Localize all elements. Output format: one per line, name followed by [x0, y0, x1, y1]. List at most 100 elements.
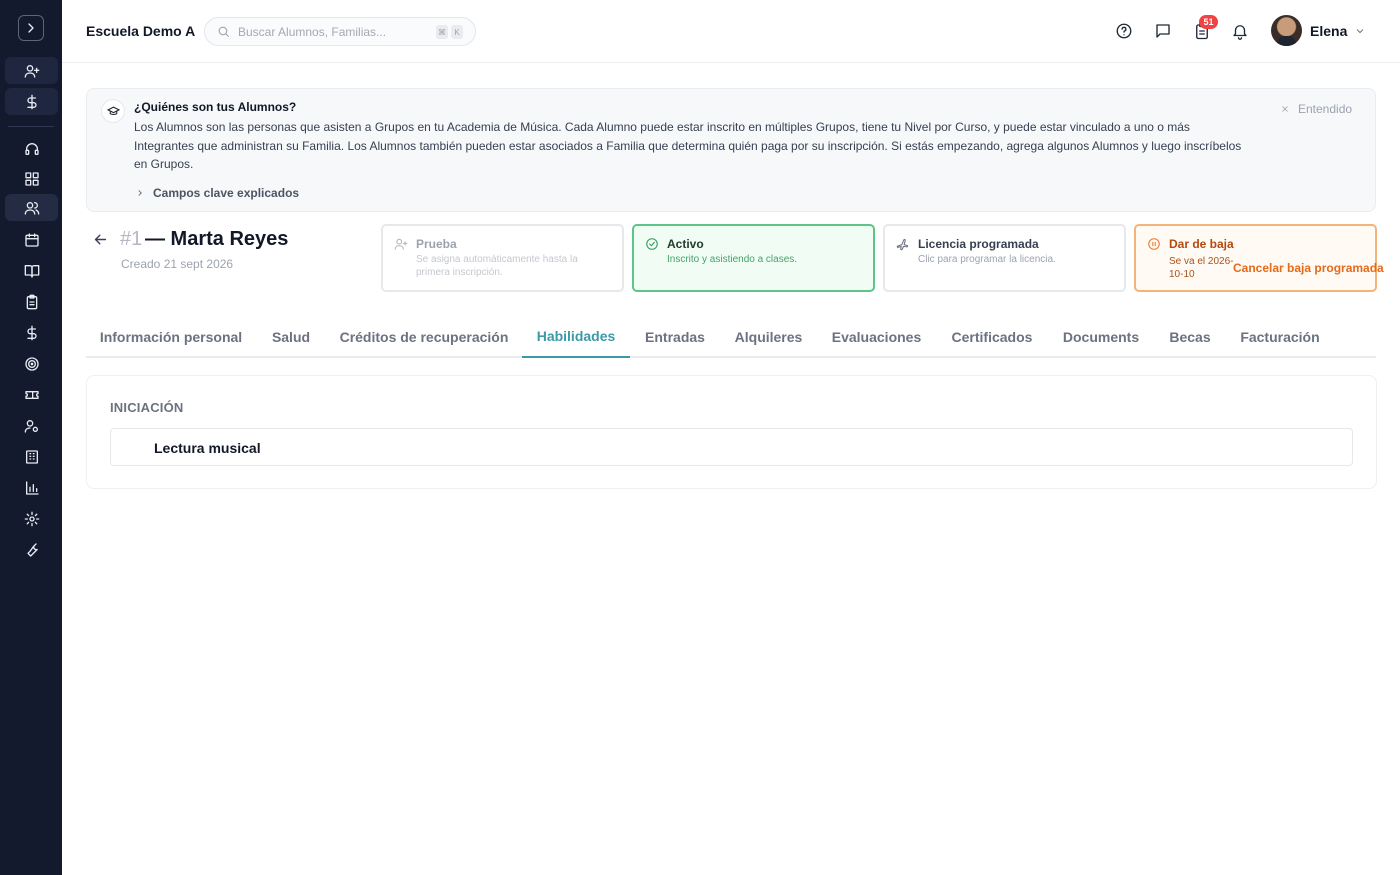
tab-scholarships[interactable]: Becas: [1154, 316, 1226, 358]
status-title: Licencia programada: [918, 237, 1039, 251]
calendar-icon: [24, 232, 39, 247]
status-subtitle: Inscrito y asistiendo a clases.: [667, 254, 798, 265]
sidebar-divider: [8, 126, 54, 127]
sidebar-item-billing[interactable]: [5, 319, 58, 346]
building-icon: [25, 449, 38, 464]
status-subtitle: Se asigna automáticamente hasta la prime…: [416, 254, 578, 278]
status-card-active[interactable]: Activo Inscrito y asistiendo a clases.: [632, 224, 875, 292]
sidebar-item-tickets[interactable]: [5, 381, 58, 408]
tab-tickets[interactable]: Entradas: [630, 316, 720, 358]
shortcut-key-cmd: ⌘: [436, 25, 448, 39]
shortcut-key-k: K: [451, 25, 463, 39]
info-banner: ¿Quiénes son tus Alumnos? Los Alumnos so…: [86, 88, 1376, 212]
check-circle-icon: [645, 237, 659, 256]
sidebar-item-reports[interactable]: [5, 474, 58, 501]
sidebar-item-settings[interactable]: [5, 505, 58, 532]
search-icon: [218, 26, 229, 37]
sidebar-item-staff[interactable]: [5, 412, 58, 439]
skill-level-heading: INICIACIÓN: [110, 400, 184, 415]
headset-icon: [24, 142, 39, 155]
close-icon: [1282, 106, 1288, 112]
status-subtitle: Se va el 2026-10-10: [1169, 256, 1234, 280]
user-name[interactable]: Elena: [1310, 23, 1347, 39]
status-card-trial[interactable]: Prueba Se asigna automáticamente hasta l…: [381, 224, 624, 292]
arrow-left-icon: [94, 234, 107, 245]
tab-makeup-credits[interactable]: Créditos de recuperación: [326, 316, 522, 358]
search-input[interactable]: [238, 24, 428, 39]
status-card-withdraw[interactable]: Dar de baja Se va el 2026-10-10: [1134, 224, 1377, 292]
sidebar-item-tools[interactable]: [5, 536, 58, 563]
sidebar-expand-button[interactable]: [18, 15, 44, 41]
dollar-icon: [26, 325, 37, 340]
graduation-cap-icon: [101, 99, 125, 123]
dismiss-label: Entendido: [1298, 102, 1353, 116]
skill-row[interactable]: Lectura musical: [110, 428, 1353, 466]
sidebar-item-goals[interactable]: [5, 350, 58, 377]
back-button[interactable]: [92, 231, 109, 253]
dismiss-banner-button[interactable]: Entendido: [1280, 102, 1352, 116]
sidebar-item-locations[interactable]: [5, 443, 58, 470]
sidebar-item-payments[interactable]: [5, 88, 58, 115]
clipboard-icon: [26, 294, 37, 309]
sidebar-item-calendar[interactable]: [5, 226, 58, 253]
banner-body: Los Alumnos son las personas que asisten…: [134, 120, 1242, 171]
student-id: #1: [120, 228, 143, 250]
student-name: — Marta Reyes: [145, 228, 289, 250]
tab-billing[interactable]: Facturación: [1226, 316, 1334, 358]
sidebar-item-add-student[interactable]: [5, 57, 58, 84]
tab-personal-info[interactable]: Información personal: [86, 316, 256, 358]
tab-certificates[interactable]: Certificados: [936, 316, 1048, 358]
users-icon: [24, 201, 39, 215]
user-settings-icon: [24, 419, 38, 433]
messages-button[interactable]: [1152, 20, 1174, 42]
tab-rentals[interactable]: Alquileres: [720, 316, 817, 358]
user-avatar[interactable]: [1271, 15, 1302, 46]
message-square-icon: [1156, 24, 1170, 38]
book-open-icon: [24, 264, 39, 278]
user-plus-icon: [394, 237, 408, 256]
status-card-leave[interactable]: Licencia programada Clic para programar …: [883, 224, 1126, 292]
bell-icon: [1233, 25, 1247, 40]
cancel-scheduled-withdrawal-link[interactable]: Cancelar baja programada: [1233, 261, 1384, 275]
key-fields-label: Campos clave explicados: [153, 186, 300, 200]
school-name[interactable]: Escuela Demo A: [86, 23, 195, 39]
created-date: Creado 21 sept 2026: [121, 257, 234, 271]
tab-skills[interactable]: Habilidades: [522, 316, 630, 358]
status-subtitle: Clic para programar la licencia.: [918, 254, 1056, 265]
sidebar-item-dashboard[interactable]: [5, 165, 58, 192]
bar-chart-icon: [25, 480, 39, 495]
sidebar-item-students[interactable]: [5, 194, 58, 221]
user-menu-toggle[interactable]: [1354, 24, 1366, 42]
ticket-icon: [24, 390, 39, 399]
status-title: Prueba: [416, 237, 457, 251]
sidebar: [0, 0, 62, 875]
tab-health[interactable]: Salud: [256, 316, 326, 358]
profile-tabs: Información personal Salud Créditos de r…: [86, 316, 1376, 358]
chevron-right-icon: [28, 23, 34, 33]
pause-circle-icon: [1147, 237, 1161, 256]
dollar-icon: [26, 94, 37, 109]
notifications-button[interactable]: [1229, 20, 1251, 42]
wrench-icon: [26, 542, 38, 557]
status-title: Activo: [667, 237, 704, 251]
key-fields-expander[interactable]: Campos clave explicados: [135, 186, 299, 200]
chevron-right-icon: [138, 190, 142, 196]
tab-documents[interactable]: Documents: [1048, 316, 1154, 358]
sidebar-item-attendance[interactable]: [5, 288, 58, 315]
chevron-down-icon: [1356, 29, 1364, 34]
sidebar-item-support[interactable]: [5, 135, 58, 162]
plane-icon: [896, 237, 910, 256]
tasks-count-badge: 51: [1199, 15, 1218, 29]
target-icon: [24, 356, 39, 371]
tab-evaluations[interactable]: Evaluaciones: [817, 316, 936, 358]
help-circle-icon: [1116, 23, 1132, 39]
skills-panel: INICIACIÓN Lectura musical: [86, 375, 1377, 489]
banner-title: ¿Quiénes son tus Alumnos?: [134, 100, 297, 114]
user-plus-icon: [24, 64, 39, 78]
skill-name: Lectura musical: [154, 440, 261, 456]
gear-icon: [24, 511, 39, 526]
dashboard-grid-icon: [24, 171, 39, 186]
help-button[interactable]: [1113, 20, 1135, 42]
sidebar-item-courses[interactable]: [5, 257, 58, 284]
global-search[interactable]: ⌘ K: [204, 17, 476, 46]
